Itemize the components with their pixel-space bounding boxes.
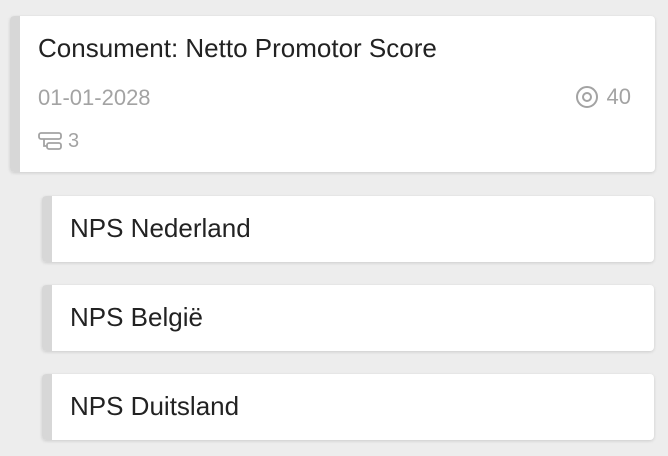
child-card-nps-nederland[interactable]: NPS Nederland	[42, 196, 654, 262]
views-count: 40	[606, 84, 631, 109]
subtasks-icon	[38, 131, 64, 153]
views-indicator: 40	[575, 84, 631, 110]
card-color-stripe	[42, 374, 52, 440]
card-color-stripe	[42, 285, 52, 351]
child-card-nps-belgie[interactable]: NPS België	[42, 285, 654, 351]
child-card-label: NPS Duitsland	[70, 391, 240, 421]
card-color-stripe	[10, 16, 20, 172]
card-color-stripe	[42, 196, 52, 262]
parent-card[interactable]: Consument: Netto Promotor Score 01-01-20…	[10, 16, 655, 172]
eye-icon	[575, 85, 599, 109]
card-date: 01-01-2028	[38, 85, 151, 110]
child-card-label: NPS Nederland	[70, 213, 251, 243]
subtasks-count: 3	[68, 130, 80, 152]
child-card-label: NPS België	[70, 302, 203, 332]
child-card-nps-duitsland[interactable]: NPS Duitsland	[42, 374, 654, 440]
subtasks-indicator: 3	[38, 130, 79, 153]
card-title: Consument: Netto Promotor Score	[38, 33, 437, 63]
